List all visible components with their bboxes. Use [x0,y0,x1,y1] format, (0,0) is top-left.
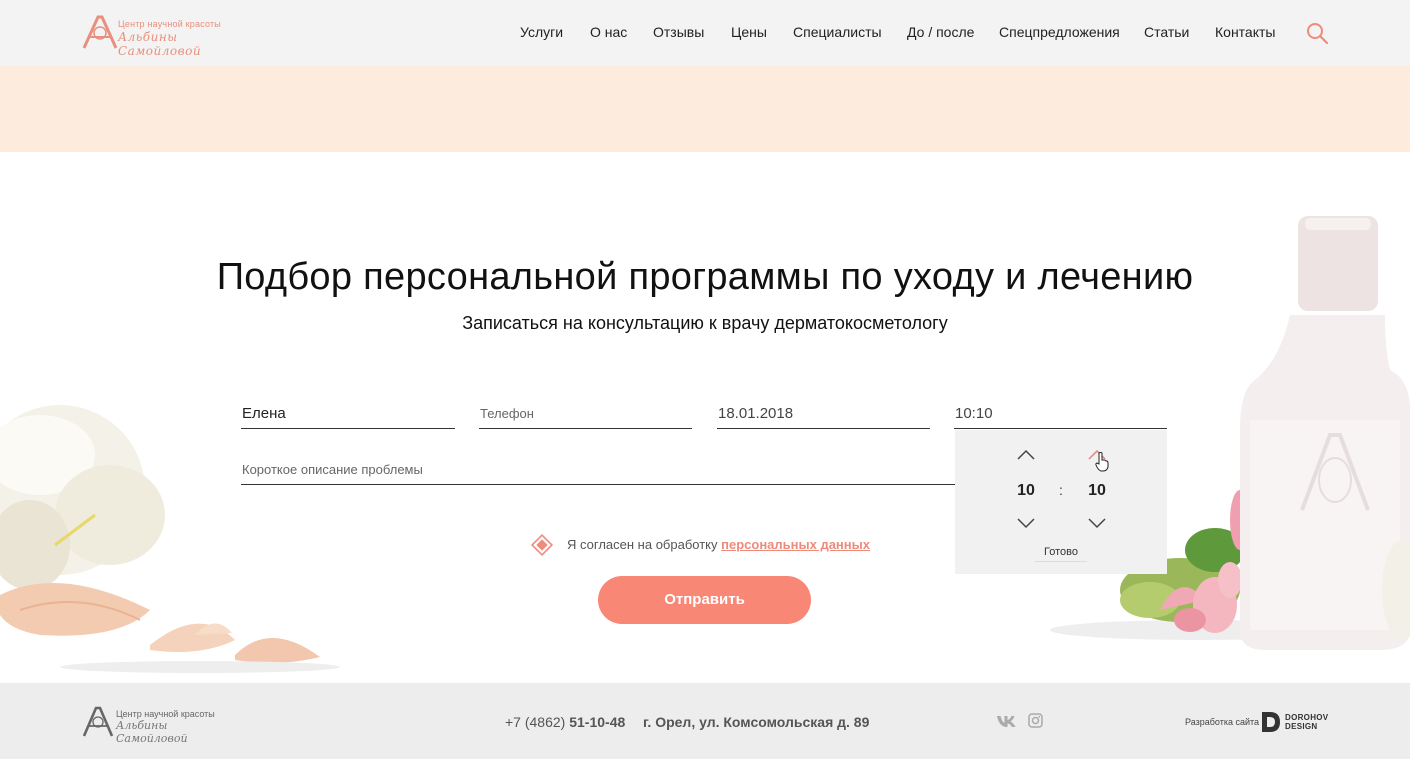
submit-button[interactable]: Отправить [598,576,811,624]
date-field[interactable]: 18.01.2018 [717,397,930,429]
nav-item-specialists[interactable]: Специалисты [793,24,882,40]
name-field-value: Елена [242,405,286,422]
personal-data-link[interactable]: персональных данных [721,537,870,552]
hours-down-icon[interactable] [1016,517,1036,529]
site-footer: Центр научной красоты Альбины Самойловой… [0,683,1410,759]
instagram-icon[interactable] [1028,713,1043,728]
consent-checkbox[interactable] [530,533,554,557]
name-field[interactable]: Елена [241,397,455,429]
promo-banner [0,66,1410,152]
time-field-value: 10:10 [955,405,993,422]
consent-text: Я согласен на обработку [567,537,722,552]
nav-item-services[interactable]: Услуги [520,24,563,40]
nav-item-reviews[interactable]: Отзывы [653,24,704,40]
page: Центр научной красоты Альбины Самойловой… [0,0,1410,759]
time-field[interactable]: 10:10 [954,397,1167,429]
footer-logo-a-icon [82,706,114,737]
nav-item-prices[interactable]: Цены [731,24,767,40]
flower-decoration-image [0,405,340,673]
developer-label: Разработка сайта [1185,717,1260,727]
description-field[interactable]: Короткое описание проблемы [241,453,955,485]
date-field-value: 18.01.2018 [718,405,794,422]
consent-label: Я согласен на обработку персональных дан… [567,537,870,552]
main-nav: Услуги О нас Отзывы Цены Специалисты До … [0,0,1410,66]
footer-address: г. Орел, ул. Комсомольская д. 89 [643,714,870,730]
page-subtitle: Записаться на консультацию к врачу дерма… [462,313,948,333]
nav-item-articles[interactable]: Статьи [1144,24,1189,40]
consent-row: Я согласен на обработку персональных дан… [530,533,890,557]
description-field-placeholder: Короткое описание проблемы [242,462,423,477]
minutes-value: 10 [1088,482,1106,499]
search-icon[interactable] [1305,21,1329,45]
nav-item-about[interactable]: О нас [590,24,627,40]
nav-item-before-after[interactable]: До / после [907,24,974,40]
hours-up-icon[interactable] [1016,449,1036,461]
footer-logo-line-1: Центр научной красоты [116,709,215,719]
footer-logo-line-2: Альбины Самойловой [116,719,188,745]
site-header: Центр научной красоты Альбины Самойловой… [0,0,1410,66]
developer-name-2: DESIGN [1285,722,1318,731]
page-title: Подбор персональной программы по уходу и… [216,256,1194,298]
time-separator: : [1059,482,1063,498]
footer-phone-prefix: +7 (4862) [505,714,570,730]
time-picker-popup: 10 : 10 Готово [955,430,1167,574]
phone-field-placeholder: Телефон [480,406,534,421]
minutes-down-icon[interactable] [1087,517,1107,529]
footer-logo[interactable]: Центр научной красоты Альбины Самойловой [82,705,242,745]
developer-name[interactable]: DOROHOV DESIGN [1285,713,1328,731]
nav-item-contacts[interactable]: Контакты [1215,24,1275,40]
nav-item-special-offers[interactable]: Спецпредложения [999,24,1120,40]
vk-icon[interactable] [996,714,1018,728]
footer-phone[interactable]: +7 (4862) 51-10-48 [505,714,625,730]
hours-value: 10 [1017,482,1035,499]
time-done-button[interactable]: Готово [1035,546,1087,562]
phone-field[interactable]: Телефон [479,397,692,429]
hand-cursor-icon [1095,452,1109,472]
dorohov-design-logo-icon[interactable] [1261,711,1281,733]
footer-phone-number: 51-10-48 [569,714,626,730]
developer-name-1: DOROHOV [1285,713,1329,722]
